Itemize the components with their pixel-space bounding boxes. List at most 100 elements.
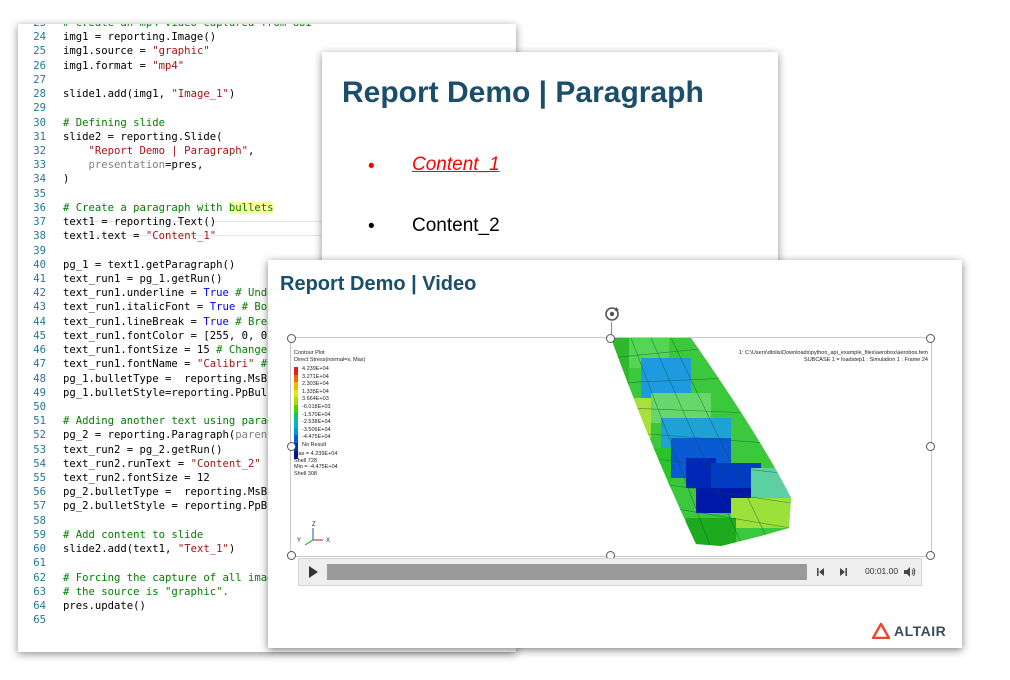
code-line[interactable]: 33 presentation=pres, — [18, 159, 203, 172]
line-number: 31 — [33, 130, 46, 143]
code-token: ) — [228, 88, 236, 101]
code-line[interactable]: 59 # Add content to slide — [18, 529, 203, 542]
code-line[interactable]: 42text_run1.underline = True # Underline — [18, 287, 305, 300]
code-token: presentation — [88, 159, 166, 172]
code-line[interactable]: 47text_run1.fontName = "Calibri" # Cha — [18, 358, 292, 371]
code-line[interactable]: 64 pres.update() — [18, 600, 146, 613]
code-line[interactable]: 36 # Create a paragraph with bullets — [18, 201, 274, 215]
resize-handle[interactable] — [287, 334, 296, 343]
skip-forward-icon[interactable] — [837, 565, 849, 579]
code-line[interactable]: 28 slide1.add(img1, "Image_1") — [18, 88, 235, 101]
skip-back-icon[interactable] — [815, 565, 827, 579]
code-token: "Calibri" — [196, 358, 255, 371]
stress-contour-plot — [609, 338, 791, 546]
code-line[interactable]: 35 — [18, 188, 63, 201]
code-token: text_run1.underline = — [63, 287, 204, 300]
code-line[interactable]: 53 text_run2 = pg_2.getRun() — [18, 444, 222, 457]
line-number: 32 — [33, 144, 46, 157]
code-line[interactable]: 27 — [18, 74, 63, 87]
line-number: 57 — [33, 500, 46, 513]
video-progress-bar[interactable] — [327, 564, 807, 580]
code-line[interactable]: 44 text_run1.lineBreak = True # Break a — [18, 315, 292, 329]
resize-handle[interactable] — [926, 442, 935, 451]
code-line[interactable]: 26 img1.format = "mp4" — [18, 60, 184, 73]
line-number: 59 — [33, 528, 46, 541]
code-line[interactable]: 25 img1.source = "graphic" — [18, 45, 209, 58]
code-token: bullets — [228, 201, 274, 214]
video-time: 00:01.00 — [865, 566, 899, 576]
code-line[interactable]: 32 "Report Demo | Paragraph", — [18, 145, 254, 158]
line-number: 60 — [33, 543, 46, 556]
code-line[interactable]: 38 text1.text = "Content_1" — [18, 230, 216, 243]
code-line[interactable]: 58 — [18, 515, 63, 528]
code-line[interactable]: 24 img1 = reporting.Image() — [18, 31, 216, 44]
resize-handle[interactable] — [287, 442, 296, 451]
code-line[interactable]: 45text_run1.fontColor = [255, 0, 0] # — [18, 330, 293, 343]
code-line[interactable]: 37 text1 = reporting.Text() — [18, 216, 216, 229]
line-number: 43 — [33, 301, 46, 314]
code-line[interactable]: 63 # the source is "graphic". — [18, 586, 229, 599]
contour-plot-title: Contour Plot Direct Stress(normal=x, Max… — [294, 350, 366, 363]
code-token: ) — [228, 543, 236, 556]
code-line[interactable]: 54 text_run2.runText = "Content_2" — [18, 458, 261, 471]
code-line[interactable]: 61 — [18, 557, 63, 570]
line-number: 62 — [33, 571, 46, 584]
contour-stats: Max = 4.239E+04 Shell 728 Min = -4.475E+… — [294, 451, 338, 477]
code-line[interactable]: 48 pg_1.bulletType = reporting.MsBulle — [18, 372, 293, 386]
line-number: 64 — [33, 600, 46, 613]
code-token: pg_1.bulletType = reporting.MsBulle — [63, 372, 293, 385]
code-token: , — [247, 144, 255, 157]
code-token: text_run1.italicFont = — [63, 301, 210, 314]
code-line[interactable]: 62 # Forcing the capture of all images — [18, 572, 286, 585]
resize-handle[interactable] — [926, 334, 935, 343]
code-line[interactable]: 49 pg_1.bulletStyle=reporting.PpBulletC — [18, 386, 292, 400]
code-token: slide1.add(img1, — [63, 88, 172, 101]
volume-icon[interactable] — [902, 565, 916, 579]
play-icon[interactable] — [305, 564, 321, 580]
rotate-handle-icon[interactable] — [602, 304, 622, 324]
code-token: pg_2 = reporting.Paragraph( — [63, 429, 236, 442]
code-line[interactable]: 41 text_run1 = pg_1.getRun() — [18, 273, 222, 286]
code-line[interactable]: 31 slide2 = reporting.Slide( — [18, 131, 222, 144]
video-frame[interactable]: Contour Plot Direct Stress(normal=x, Max… — [290, 337, 932, 557]
code-line[interactable]: 56 pg_2.bulletType = reporting.MsBulle — [18, 486, 292, 499]
code-line[interactable]: 51 # Adding another text using paragraph — [18, 415, 299, 428]
line-number: 27 — [33, 73, 46, 86]
code-line[interactable]: 57 pg_2.bulletStyle = reporting.PpBulle — [18, 500, 292, 513]
line-number: 46 — [33, 344, 46, 357]
resize-handle[interactable] — [926, 551, 935, 560]
resize-handle[interactable] — [606, 334, 615, 343]
code-line[interactable]: 23 # Create an mp4 video captured from GU… — [18, 24, 312, 30]
resize-handle[interactable] — [287, 551, 296, 560]
code-line[interactable]: 50 — [18, 401, 63, 414]
code-line[interactable]: 34) — [18, 173, 69, 186]
code-line[interactable]: 43 text_run1.italicFont = True # Bold — [18, 301, 280, 314]
code-token: # the source is "graphic". — [63, 585, 229, 598]
code-token: # Adding another text using paragraph — [63, 415, 299, 428]
line-number: 56 — [33, 486, 46, 499]
code-line[interactable]: 40 pg_1 = text1.getParagraph() — [18, 259, 235, 272]
line-number: 50 — [33, 400, 46, 413]
slide-video[interactable]: Report Demo | Video Contour Plot Direct … — [268, 260, 962, 648]
code-line[interactable]: 60 slide2.add(text1, "Text_1") — [18, 543, 235, 556]
code-line[interactable]: 65 — [18, 614, 63, 627]
line-number: 26 — [33, 59, 46, 72]
code-token: text_run1.fontSize = 15 — [63, 344, 217, 357]
code-line[interactable]: 30 # Defining slide — [18, 117, 165, 130]
bullet-content-2: Content_2 — [412, 215, 500, 236]
line-number: 55 — [33, 472, 46, 485]
line-number: 45 — [33, 329, 46, 342]
code-line[interactable]: 52pg_2 = reporting.Paragraph(parent=te — [18, 429, 292, 442]
code-line[interactable]: 46 text_run1.fontSize = 15 # Change font — [18, 344, 299, 357]
line-number: 44 — [33, 315, 46, 328]
slide-paragraph[interactable]: Report Demo | Paragraph • Content_1 • Co… — [322, 52, 778, 270]
line-number: 58 — [33, 514, 46, 527]
code-token: True — [209, 301, 236, 314]
line-number: 36 — [33, 201, 46, 214]
line-number: 49 — [33, 386, 46, 399]
code-token: True — [203, 287, 229, 300]
code-line[interactable]: 39 — [18, 245, 63, 258]
code-line[interactable]: 55 text_run2.fontSize = 12 — [18, 472, 209, 485]
code-line[interactable]: 29 — [18, 102, 63, 115]
line-number: 63 — [33, 585, 46, 598]
